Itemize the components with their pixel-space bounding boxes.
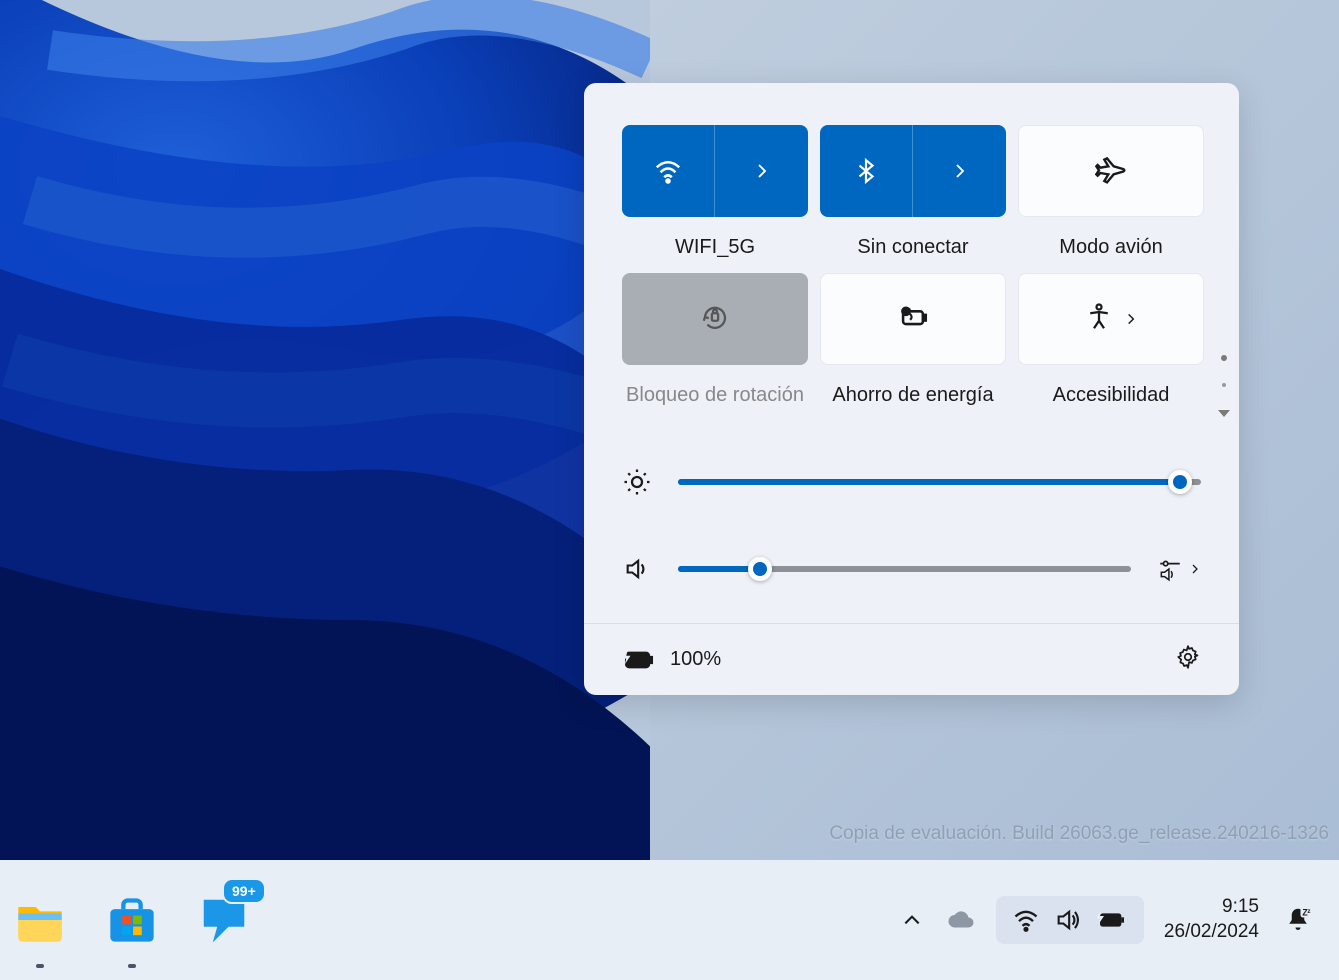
battery-status[interactable]: 100% [622, 647, 721, 673]
chevron-right-icon [1189, 563, 1201, 575]
tips-icon[interactable]: 99+ [194, 890, 254, 950]
volume-output-selector[interactable] [1157, 556, 1201, 582]
wifi-tile[interactable] [622, 125, 808, 217]
taskbar: 99+ 9:15 26/02/2024 [0, 860, 1339, 980]
bluetooth-tile[interactable] [820, 125, 1006, 217]
system-tray-group[interactable] [996, 896, 1144, 944]
battery-charging-icon [622, 647, 656, 673]
rotation-lock-icon [700, 302, 730, 337]
file-explorer-icon[interactable] [10, 890, 70, 950]
notification-center-button[interactable]: Z z [1271, 897, 1325, 943]
volume-slider-row [622, 555, 1201, 583]
brightness-slider-row [622, 467, 1201, 497]
accessibility-icon [1084, 302, 1114, 337]
tips-badge: 99+ [222, 878, 266, 904]
brightness-slider[interactable] [678, 479, 1201, 485]
volume-slider[interactable] [678, 566, 1131, 572]
wifi-expand[interactable] [715, 125, 808, 217]
battery-icon [1096, 908, 1128, 932]
bluetooth-icon [820, 125, 913, 217]
chevron-right-icon [1124, 312, 1138, 326]
bell-snooze-icon: Z z [1283, 905, 1313, 935]
svg-text:z: z [1307, 908, 1310, 915]
accessibility-tile[interactable] [1018, 273, 1204, 365]
clock-date: 26/02/2024 [1164, 920, 1259, 945]
airplane-icon [1095, 153, 1127, 190]
evaluation-watermark: Copia de evaluación. Build 26063.ge_rele… [829, 823, 1329, 845]
volume-icon [1054, 906, 1082, 934]
bluetooth-label: Sin conectar [857, 233, 968, 261]
brightness-icon [622, 467, 652, 497]
gear-icon [1175, 644, 1201, 670]
airplane-mode-tile[interactable] [1018, 125, 1204, 217]
battery-saver-tile[interactable] [820, 273, 1006, 365]
wifi-icon [1012, 906, 1040, 934]
clock-time: 9:15 [1164, 895, 1259, 920]
tray-overflow-button[interactable] [890, 902, 934, 938]
battery-saver-label: Ahorro de energía [832, 381, 993, 409]
rotation-lock-label: Bloqueo de rotación [626, 381, 804, 409]
volume-icon [622, 555, 652, 583]
bluetooth-expand[interactable] [913, 125, 1006, 217]
quick-settings-panel: WIFI_5G Sin conectar [584, 83, 1239, 695]
rotation-lock-tile[interactable] [622, 273, 808, 365]
chevron-up-icon [902, 910, 922, 930]
settings-button[interactable] [1175, 644, 1201, 675]
cloud-icon [946, 905, 976, 935]
page-indicator[interactable] [1217, 355, 1231, 419]
airplane-label: Modo avión [1059, 233, 1162, 261]
desktop-wallpaper [0, 0, 650, 860]
microsoft-store-icon[interactable] [102, 890, 162, 950]
battery-percent: 100% [670, 648, 721, 671]
onedrive-tray-icon[interactable] [934, 897, 988, 943]
battery-saver-icon [896, 300, 930, 339]
accessibility-label: Accesibilidad [1053, 381, 1170, 409]
taskbar-clock[interactable]: 9:15 26/02/2024 [1152, 895, 1271, 944]
wifi-label: WIFI_5G [675, 233, 755, 261]
wifi-icon [622, 125, 715, 217]
